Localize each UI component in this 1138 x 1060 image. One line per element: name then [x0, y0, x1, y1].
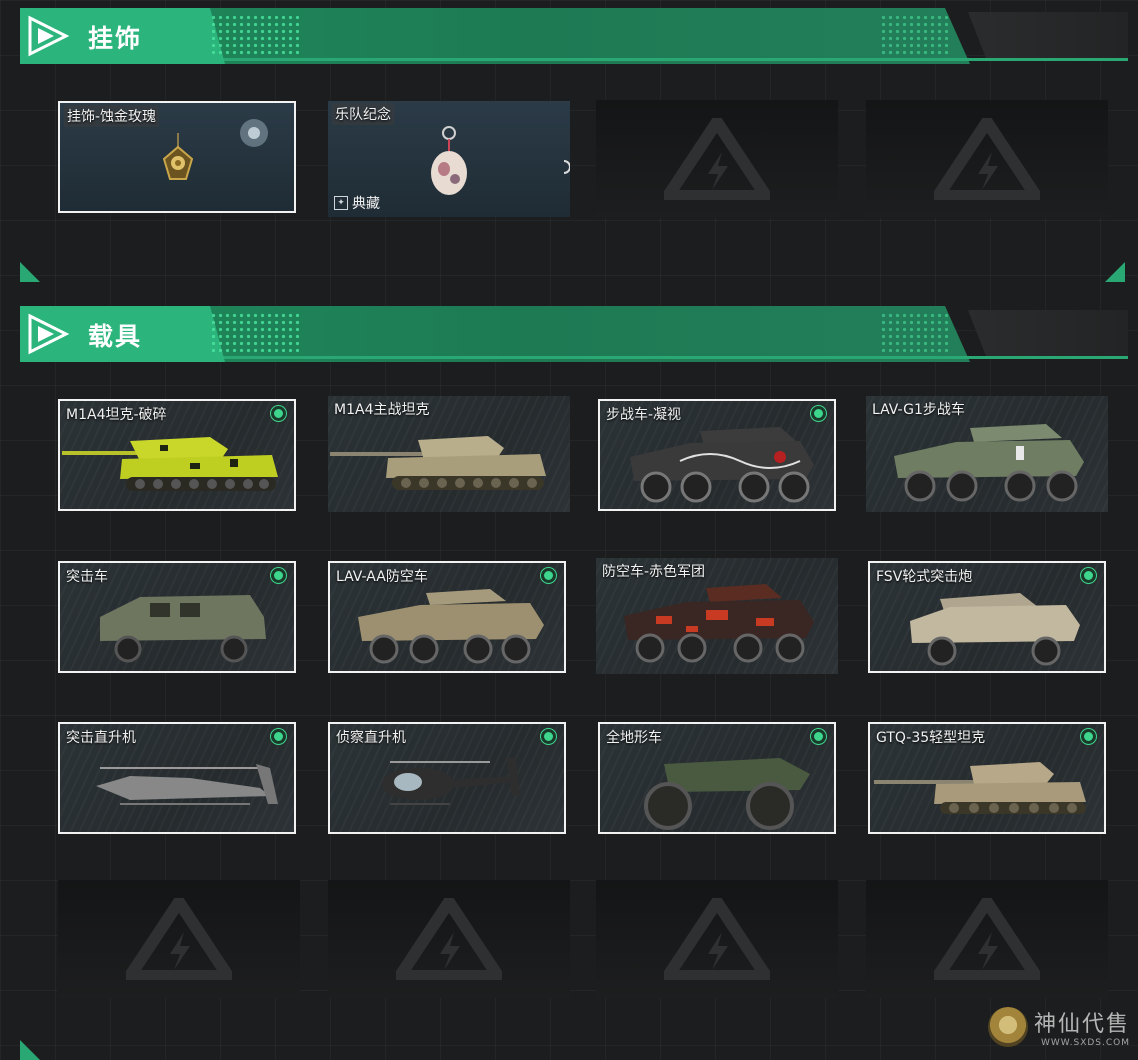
lightning-triangle-logo-icon: [934, 118, 1040, 200]
empty-slot: [866, 880, 1108, 998]
header-dark-tab: [968, 310, 1128, 356]
empty-slot: [866, 100, 1108, 218]
vehicle-label: 侦察直升机: [336, 730, 406, 746]
rarity-tag: ✦ 典藏: [334, 193, 380, 213]
lightning-triangle-logo-icon: [396, 898, 502, 980]
owned-dot-icon: [271, 406, 286, 421]
watermark-url: WWW.SXDS.COM: [1040, 1038, 1130, 1048]
charm-label: 挂饰-蚀金玫瑰: [64, 105, 160, 127]
header-dark-tab: [968, 12, 1128, 58]
header-dots-pattern: [210, 14, 300, 56]
vehicle-card[interactable]: GTQ-35轻型坦克: [868, 722, 1106, 834]
lightning-triangle-logo-icon: [664, 118, 770, 200]
header-dots-pattern-right: [880, 312, 950, 354]
vehicle-card[interactable]: 突击车: [58, 561, 296, 673]
vehicle-card[interactable]: 防空车-赤色军团: [596, 558, 838, 674]
watermark: 神仙代售 WWW.SXDS.COM: [987, 1006, 1130, 1048]
chevron-triangle-icon: [28, 313, 70, 355]
owned-dot-icon: [541, 729, 556, 744]
mascot-logo-icon: [987, 1007, 1028, 1047]
empty-slot: [58, 880, 300, 998]
owned-dot-icon: [1081, 568, 1096, 583]
owned-dot-icon: [541, 568, 556, 583]
vehicle-card[interactable]: LAV-AA防空车: [328, 561, 566, 673]
chevron-triangle-icon: [28, 15, 70, 57]
vehicle-card[interactable]: LAV-G1步战车: [866, 396, 1108, 512]
vehicle-label: 突击直升机: [66, 730, 136, 746]
vehicle-card[interactable]: FSV轮式突击炮: [868, 561, 1106, 673]
vehicle-label: M1A4主战坦克: [334, 402, 430, 418]
vehicle-label: GTQ-35轻型坦克: [876, 730, 986, 746]
section-title: 挂饰: [88, 24, 143, 53]
corner-accent: [1105, 262, 1125, 282]
empty-slot: [596, 880, 838, 998]
charm-card[interactable]: 乐队纪念 ✦ 典藏: [328, 101, 570, 217]
vehicle-card[interactable]: 突击直升机: [58, 722, 296, 834]
vehicle-label: FSV轮式突击炮: [876, 569, 973, 585]
corner-accent: [20, 1040, 40, 1060]
vehicle-card[interactable]: 步战车-凝视: [598, 399, 836, 511]
section-title: 载具: [88, 322, 143, 351]
lightning-triangle-logo-icon: [126, 898, 232, 980]
vehicle-card[interactable]: 全地形车: [598, 722, 836, 834]
owned-dot-icon: [271, 568, 286, 583]
header-dots-pattern-right: [880, 14, 950, 56]
charm-card[interactable]: 挂饰-蚀金玫瑰: [58, 101, 296, 213]
collection-icon: ✦: [334, 196, 348, 210]
vehicle-card[interactable]: 侦察直升机: [328, 722, 566, 834]
vehicle-label: 步战车-凝视: [606, 407, 682, 423]
vehicle-card[interactable]: M1A4坦克-破碎: [58, 399, 296, 511]
section-header-charms: 挂饰: [20, 8, 1128, 64]
watermark-main: 神仙代售: [1033, 1012, 1130, 1037]
empty-slot: [596, 100, 838, 218]
owned-dot-icon: [811, 406, 826, 421]
section-header-vehicles: 载具: [20, 306, 1128, 362]
owned-dot-icon: [271, 729, 286, 744]
owned-dot-icon: [1081, 729, 1096, 744]
lightning-triangle-logo-icon: [664, 898, 770, 980]
lightning-triangle-logo-icon: [934, 898, 1040, 980]
vehicle-label: LAV-G1步战车: [872, 402, 965, 418]
corner-accent: [20, 262, 40, 282]
rarity-label: 典藏: [352, 196, 380, 212]
vehicle-label: 突击车: [66, 569, 108, 585]
vehicle-label: 防空车-赤色军团: [602, 564, 706, 580]
charm-label: 乐队纪念: [332, 103, 394, 125]
vehicle-label: M1A4坦克-破碎: [66, 407, 167, 423]
vehicle-label: LAV-AA防空车: [336, 569, 428, 585]
owned-dot-icon: [811, 729, 826, 744]
header-dots-pattern: [210, 312, 300, 354]
vehicle-card[interactable]: M1A4主战坦克: [328, 396, 570, 512]
vehicle-label: 全地形车: [606, 730, 662, 746]
watermark-text: 神仙代售 WWW.SXDS.COM: [1034, 1006, 1130, 1048]
empty-slot: [328, 880, 570, 998]
